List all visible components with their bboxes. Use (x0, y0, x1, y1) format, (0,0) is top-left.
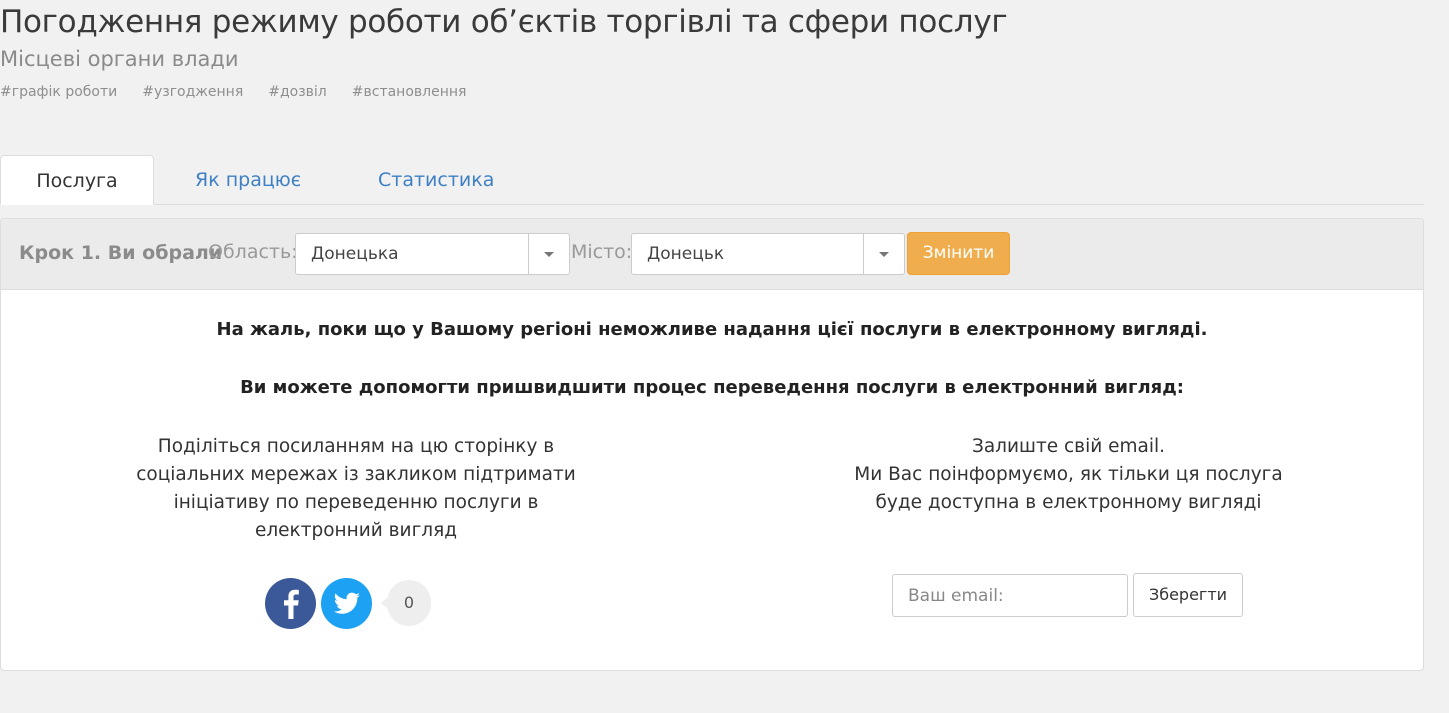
service-panel: Крок 1. Ви обрали Область: Донецька Міст… (0, 218, 1424, 671)
share-text-line: соціальних мережах із закликом підтримат… (136, 464, 576, 485)
twitter-icon (333, 592, 360, 614)
notify-text: Залиште свій email. Ми Вас поінформуємо,… (831, 433, 1306, 517)
chevron-down-icon (544, 252, 554, 257)
share-text-line: електронний вигляд (254, 520, 458, 541)
region-label: Область: (208, 241, 298, 263)
city-value: Донецьк (647, 244, 725, 264)
unavailable-message: На жаль, поки що у Вашому регіоні неможл… (216, 319, 1208, 340)
region-dropdown-toggle[interactable] (528, 234, 569, 274)
tag-list: #графік роботи #узгодження #дозвіл #вста… (0, 84, 491, 100)
step-title: Крок 1. Ви обрали (19, 242, 223, 264)
share-text: Поділіться посиланням на цю сторінку в с… (121, 433, 591, 545)
help-message: Ви можете допомогти пришвидшити процес п… (240, 377, 1184, 398)
tab-how-it-works[interactable]: Як працює (195, 155, 301, 205)
share-counter: 0 (381, 580, 431, 626)
tab-statistics[interactable]: Статистика (378, 155, 494, 205)
notify-text-line: Залиште свій email. (971, 436, 1166, 457)
city-select[interactable]: Донецьк (631, 233, 905, 275)
city-label: Місто: (571, 241, 633, 263)
tag-link[interactable]: #графік роботи (0, 84, 117, 100)
tag-link[interactable]: #дозвіл (268, 84, 327, 100)
tag-link[interactable]: #встановлення (352, 84, 467, 100)
page-subtitle: Місцеві органи влади (0, 47, 239, 71)
share-text-line: ініціативу по переведенню послуги в (173, 492, 539, 513)
region-value: Донецька (311, 244, 399, 264)
save-button[interactable]: Зберегти (1133, 573, 1243, 617)
chevron-down-icon (879, 252, 889, 257)
tab-service[interactable]: Послуга (0, 155, 154, 205)
step-header: Крок 1. Ви обрали Область: Донецька Міст… (1, 219, 1423, 290)
email-input[interactable] (892, 574, 1128, 617)
twitter-share-button[interactable] (321, 578, 372, 629)
share-text-line: Поділіться посиланням на цю сторінку в (157, 436, 555, 457)
tab-bar: Послуга Як працює Статистика (0, 155, 1424, 205)
region-select[interactable]: Донецька (295, 233, 570, 275)
tag-link[interactable]: #узгодження (142, 84, 243, 100)
facebook-icon (284, 589, 299, 619)
facebook-share-button[interactable] (265, 578, 316, 629)
notify-text-line: буде доступна в електронному вигляді (875, 492, 1262, 513)
city-dropdown-toggle[interactable] (863, 234, 904, 274)
notify-text-line: Ми Вас поінформуємо, як тільки ця послуг… (854, 464, 1283, 485)
page-title: Погодження режиму роботи об’єктів торгів… (0, 4, 1008, 40)
change-button[interactable]: Змінити (907, 232, 1010, 275)
